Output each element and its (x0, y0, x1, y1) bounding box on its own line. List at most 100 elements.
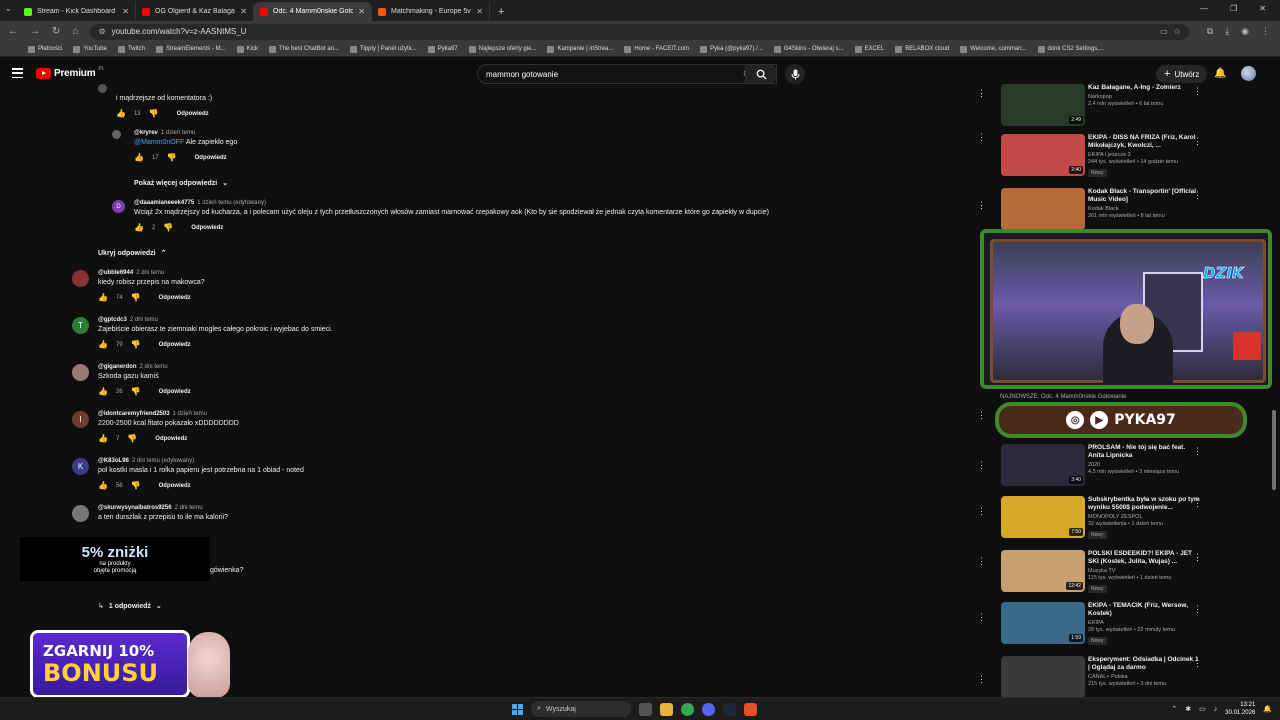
dislike-icon[interactable]: 👎 (127, 434, 137, 443)
reply-button[interactable]: Odpowiedz (159, 295, 191, 301)
comment-author[interactable]: @daaamianeeek4775 (134, 200, 194, 206)
maximize-icon[interactable]: ❐ (1230, 4, 1237, 13)
discord-icon[interactable] (702, 702, 715, 716)
commenter-avatar[interactable]: K (72, 458, 89, 475)
recommended-video[interactable]: Kodak Black - Transportin' [Official Mus… (995, 188, 1225, 234)
video-title[interactable]: Kodak Black - Transportin' [Official Mus… (1088, 188, 1200, 204)
video-channel[interactable]: Muzyka TV (1088, 568, 1200, 574)
chrome-icon[interactable] (681, 702, 694, 716)
voice-search-button[interactable] (785, 64, 805, 84)
bookmark-item[interactable]: Tipply | Panel użytk... (350, 45, 417, 53)
tab-close-icon[interactable]: ✕ (240, 7, 247, 16)
video-channel[interactable]: CANAL+ Polska (1088, 674, 1200, 680)
account-avatar[interactable] (1241, 66, 1256, 81)
more-options-icon[interactable]: ⋮ (1193, 190, 1202, 201)
dislike-icon[interactable]: 👎 (131, 340, 141, 349)
video-channel[interactable]: EKIPA (1088, 620, 1200, 626)
comment-time[interactable]: 2 dni temu (130, 317, 158, 323)
comment-time[interactable]: 2 dni temu (140, 364, 168, 370)
bookmark-item[interactable]: Płatności (28, 45, 62, 53)
recommended-video[interactable]: 3:40 PROLSAM - Nie tój się bać feat. Ani… (995, 444, 1225, 490)
more-options-icon[interactable]: ⋮ (1193, 136, 1202, 147)
network-icon[interactable]: ▭ (1199, 705, 1206, 713)
tab-close-icon[interactable]: ✕ (476, 7, 483, 16)
app-icon[interactable] (744, 702, 757, 716)
bookmark-item[interactable]: EXCEL (854, 45, 884, 53)
omnibox[interactable]: ⚙ youtube.com/watch?v=z-AASNtMS_U ▭ ☆ (90, 23, 1189, 40)
video-title[interactable]: EKIPA - DISS NA FRIZA (Friz, Karol Mikoł… (1088, 134, 1200, 150)
browser-tab[interactable]: OG Olgierd & Kaz Balagane - Y ✕ (136, 2, 254, 21)
video-thumbnail[interactable]: 2:49 (1001, 84, 1085, 126)
comment-time[interactable]: 1 dzień temu (173, 411, 207, 417)
show-more-replies-button[interactable]: Pokaż więcej odpowiedzi ⌄ (134, 179, 228, 188)
menu-dots-icon[interactable]: ⋮ (1261, 26, 1270, 37)
video-title[interactable]: POLSKI ESDEEKID?! EKIPA - JET SKI (Koste… (1088, 550, 1200, 566)
create-button[interactable]: + Utwórz (1156, 65, 1208, 83)
video-thumbnail[interactable]: 1:59 (1001, 602, 1085, 644)
dislike-icon[interactable]: 👎 (163, 223, 173, 232)
comment-time[interactable]: 1 dzień temu (edytowany) (197, 200, 266, 206)
home-icon[interactable]: ⌂ (72, 26, 78, 37)
comment-author[interactable]: @skurwysynalbatros9256 (98, 505, 172, 511)
bookmark-item[interactable]: Pyka97 (427, 45, 458, 53)
bookmark-star-icon[interactable]: ☆ (1174, 27, 1181, 36)
comment-time[interactable]: 2 dni temu (edytowany) (132, 458, 194, 464)
reply-button[interactable]: Odpowiedz (159, 389, 191, 395)
comment-time[interactable]: 2 dni temu (136, 270, 164, 276)
video-thumbnail[interactable]: 7:50 (1001, 496, 1085, 538)
comment-author[interactable]: @kryrev (134, 130, 158, 136)
more-options-icon[interactable]: ⋮ (1193, 658, 1202, 669)
bookmark-item[interactable]: Home - FACEIT.com (624, 45, 689, 53)
search-input[interactable]: mammon gotowanie ⌨ ✕ (477, 64, 777, 84)
video-channel[interactable]: 2020 (1088, 462, 1200, 468)
tab-close-icon[interactable]: ✕ (358, 7, 365, 16)
more-options-icon[interactable]: ⋮ (977, 612, 986, 623)
bookmark-item[interactable]: StreamElements - M... (155, 45, 226, 53)
site-info-icon[interactable]: ⚙ (98, 27, 105, 36)
forward-icon[interactable]: → (30, 26, 40, 37)
recommended-video[interactable]: Eksperyment: Odsiadka | Odcinek 1 | Oglą… (995, 656, 1225, 702)
like-icon[interactable]: 👍 (98, 434, 108, 443)
comment-author[interactable]: @ubble6944 (98, 270, 133, 276)
recommended-video[interactable]: 7:50 Subskrybentka była w szoku po tym w… (995, 496, 1225, 542)
dislike-icon[interactable]: 👎 (131, 481, 141, 490)
video-channel[interactable]: EKIPA i jeszcze 3 (1088, 152, 1200, 158)
dislike-icon[interactable]: 👎 (131, 293, 141, 302)
more-options-icon[interactable]: ⋮ (977, 88, 986, 99)
reply-button[interactable]: Odpowiedz (191, 225, 223, 231)
browser-tab[interactable]: Odc. 4 Mamm0nskie Gotowanie ✕ (254, 2, 372, 21)
like-icon[interactable]: 👍 (134, 223, 144, 232)
more-options-icon[interactable]: ⋮ (977, 410, 986, 421)
comment-time[interactable]: 2 dni temu (175, 505, 203, 511)
hide-replies-button[interactable]: Ukryj odpowiedzi ⌃ (98, 249, 166, 258)
tab-close-icon[interactable]: ✕ (122, 7, 129, 16)
clock[interactable]: 13:21 30.01.2026 (1225, 701, 1255, 717)
more-options-icon[interactable]: ⋮ (1193, 604, 1202, 615)
show-replies-button[interactable]: ↳ 1 odpowiedź ⌄ (98, 602, 162, 611)
search-button[interactable] (745, 64, 777, 84)
bookmark-item[interactable]: BELABOX cloud (895, 45, 949, 53)
more-options-icon[interactable]: ⋮ (977, 506, 986, 517)
like-icon[interactable]: 👍 (98, 387, 108, 396)
like-icon[interactable]: 👍 (98, 481, 108, 490)
file-explorer-icon[interactable] (660, 702, 673, 716)
bookmark-item[interactable]: Kick (236, 45, 258, 53)
more-options-icon[interactable]: ⋮ (977, 674, 986, 685)
install-icon[interactable]: ▭ (1160, 27, 1168, 36)
bookmark-item[interactable]: Twitch (117, 45, 145, 53)
reply-button[interactable]: Odpowiedz (159, 342, 191, 348)
commenter-avatar[interactable]: I (72, 411, 89, 428)
video-title[interactable]: Subskrybentka była w szoku po tym wyniku… (1088, 496, 1200, 512)
dislike-icon[interactable]: 👎 (131, 387, 141, 396)
video-title[interactable]: Eksperyment: Odsiadka | Odcinek 1 | Oglą… (1088, 656, 1200, 672)
video-title[interactable]: Kaz Bałagane, A-Ing - Żołnierz (1088, 84, 1200, 92)
like-icon[interactable]: 👍 (98, 340, 108, 349)
comment-mention[interactable]: @Mamm0nOFF (134, 139, 184, 146)
bookmark-item[interactable]: Pyka (@pyka97) /... (700, 45, 763, 53)
comment-author[interactable]: @idontcaremyfriend2503 (98, 411, 170, 417)
comment-time[interactable]: 1 dzień temu (161, 130, 195, 136)
taskbar-search[interactable]: ⌕ Wyszukaj (531, 701, 631, 717)
video-thumbnail[interactable] (1001, 188, 1085, 230)
commenter-avatar[interactable] (72, 270, 89, 287)
extensions-icon[interactable]: ⧉ (1207, 26, 1213, 37)
